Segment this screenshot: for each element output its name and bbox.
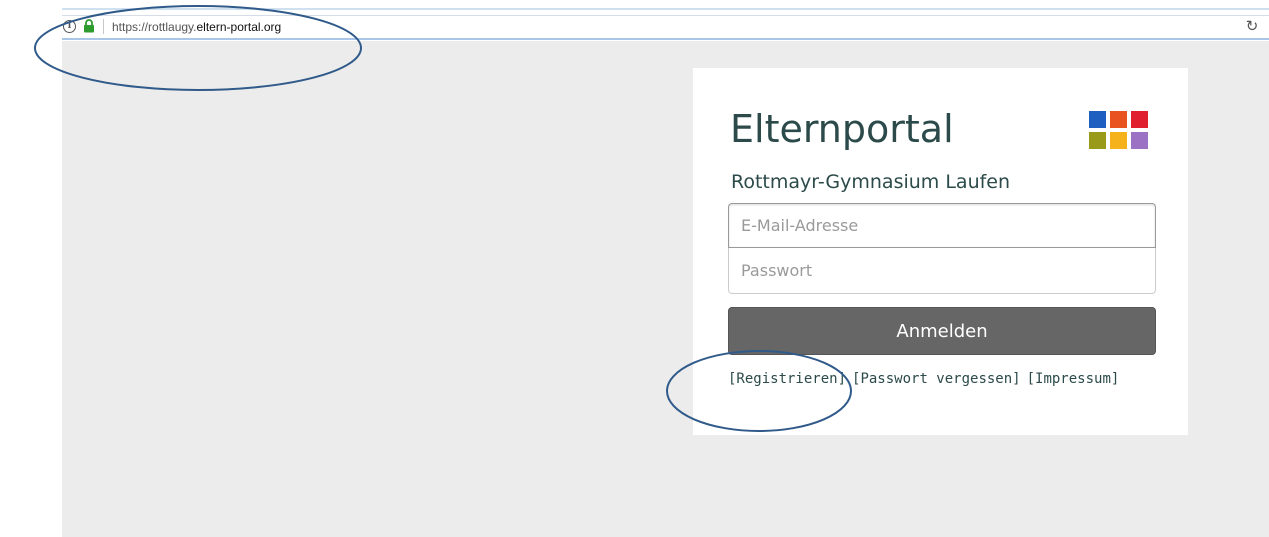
url-text[interactable]: https://rottlaugy.eltern-portal.org bbox=[112, 19, 281, 35]
login-card: Elternportal Rottmayr-Gymnasium Laufen A… bbox=[693, 68, 1188, 435]
register-link[interactable]: [Registrieren] bbox=[728, 371, 846, 387]
imprint-link[interactable]: [Impressum] bbox=[1027, 371, 1120, 387]
logo-square bbox=[1131, 132, 1148, 149]
login-button[interactable]: Anmelden bbox=[728, 307, 1156, 355]
page-background: Elternportal Rottmayr-Gymnasium Laufen A… bbox=[62, 41, 1269, 537]
logo-square bbox=[1131, 111, 1148, 128]
school-name: Rottmayr-Gymnasium Laufen bbox=[731, 171, 1011, 193]
logo-square bbox=[1089, 111, 1106, 128]
logo-square bbox=[1110, 111, 1127, 128]
url-domain: eltern-portal.org bbox=[196, 20, 282, 34]
forgot-password-link[interactable]: [Passwort vergessen] bbox=[852, 371, 1021, 387]
reload-icon[interactable]: ↻ bbox=[1243, 17, 1261, 35]
lock-icon[interactable] bbox=[83, 19, 95, 33]
password-field[interactable] bbox=[728, 248, 1156, 294]
logo-square bbox=[1110, 132, 1127, 149]
url-prefix: https://rottlaugy. bbox=[112, 20, 197, 34]
footer-links: [Registrieren] [Passwort vergessen] [Impre… bbox=[728, 370, 1125, 388]
portal-logo bbox=[1089, 111, 1149, 149]
address-bar[interactable]: i https://rottlaugy.eltern-portal.org ↻ bbox=[62, 15, 1269, 40]
logo-square bbox=[1089, 132, 1106, 149]
url-separator bbox=[103, 19, 104, 34]
email-field[interactable] bbox=[728, 203, 1156, 248]
app-title: Elternportal bbox=[730, 107, 954, 151]
browser-top-border bbox=[62, 8, 1269, 10]
info-icon[interactable]: i bbox=[63, 20, 76, 33]
